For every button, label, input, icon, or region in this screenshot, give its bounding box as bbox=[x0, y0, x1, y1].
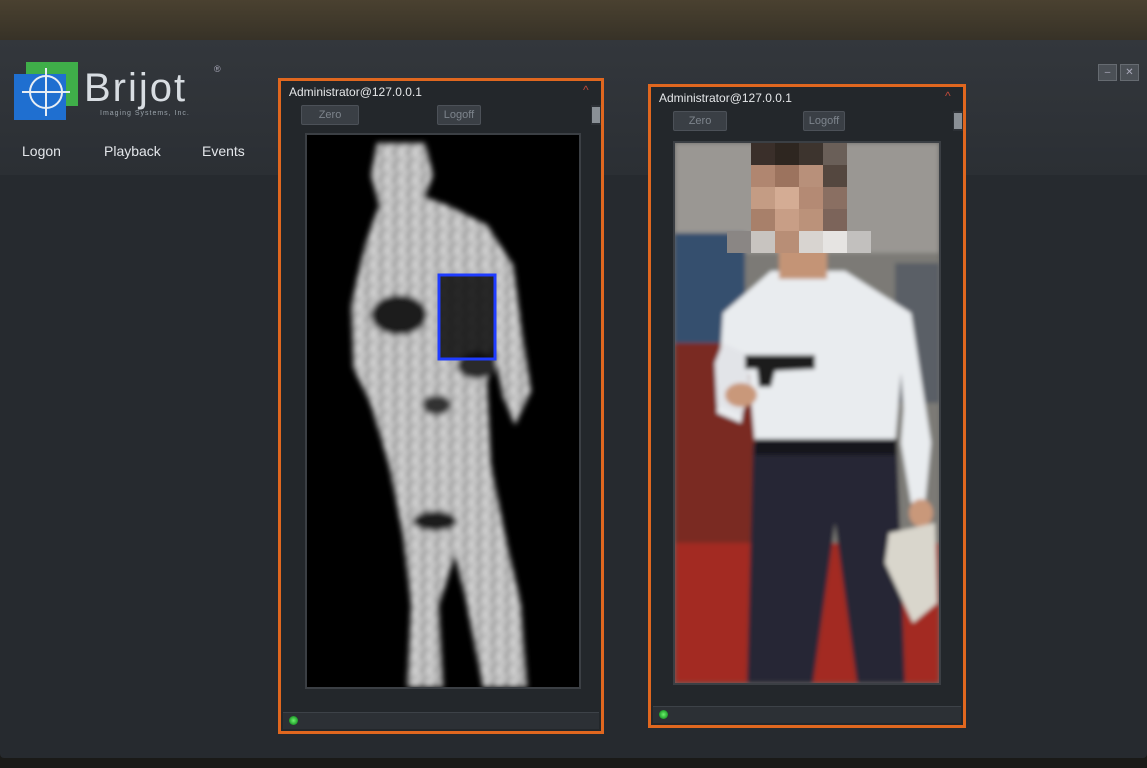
brand-subtitle: Imaging Systems, Inc. bbox=[100, 110, 190, 117]
collapse-icon[interactable]: ^ bbox=[945, 90, 957, 102]
menu-events[interactable]: Events bbox=[202, 143, 245, 159]
brand-name: Brijot bbox=[84, 66, 188, 110]
status-led-icon bbox=[659, 710, 668, 719]
menu-logon[interactable]: Logon bbox=[22, 143, 61, 159]
brand-logo: Brijot ® Imaging Systems, Inc. bbox=[14, 62, 224, 126]
logoff-button[interactable]: Logoff bbox=[437, 105, 481, 125]
main-menu: Logon Playback Events bbox=[0, 134, 280, 168]
scrollbar[interactable] bbox=[591, 105, 601, 125]
collapse-icon[interactable]: ^ bbox=[583, 84, 595, 96]
scan-viewport bbox=[305, 133, 581, 689]
scrollbar[interactable] bbox=[953, 111, 963, 131]
scroll-thumb[interactable] bbox=[954, 113, 962, 129]
app-screen: Brijot ® Imaging Systems, Inc. Logon Pla… bbox=[0, 40, 1147, 758]
panel-title: Administrator@127.0.0.1 bbox=[289, 85, 422, 99]
scroll-thumb[interactable] bbox=[592, 107, 600, 123]
body-scan-image bbox=[307, 135, 579, 687]
panel-title: Administrator@127.0.0.1 bbox=[659, 91, 792, 105]
status-bar bbox=[283, 712, 599, 729]
crosshair-logo-icon bbox=[14, 62, 78, 120]
zero-button[interactable]: Zero bbox=[673, 111, 727, 131]
camera-panel: Administrator@127.0.0.1 ^ Zero Logoff bbox=[648, 84, 966, 728]
zero-button[interactable]: Zero bbox=[301, 105, 359, 125]
menu-playback[interactable]: Playback bbox=[104, 143, 161, 159]
scanner-panel: Administrator@127.0.0.1 ^ Zero Logoff bbox=[278, 78, 604, 734]
window-controls: – ✕ bbox=[1098, 64, 1139, 81]
camera-viewport bbox=[673, 141, 941, 685]
registered-mark: ® bbox=[214, 64, 221, 74]
status-led-icon bbox=[289, 716, 298, 725]
minimize-icon[interactable]: – bbox=[1098, 64, 1117, 81]
camera-image bbox=[675, 143, 939, 683]
status-bar bbox=[653, 706, 961, 723]
close-icon[interactable]: ✕ bbox=[1120, 64, 1139, 81]
logoff-button[interactable]: Logoff bbox=[803, 111, 845, 131]
